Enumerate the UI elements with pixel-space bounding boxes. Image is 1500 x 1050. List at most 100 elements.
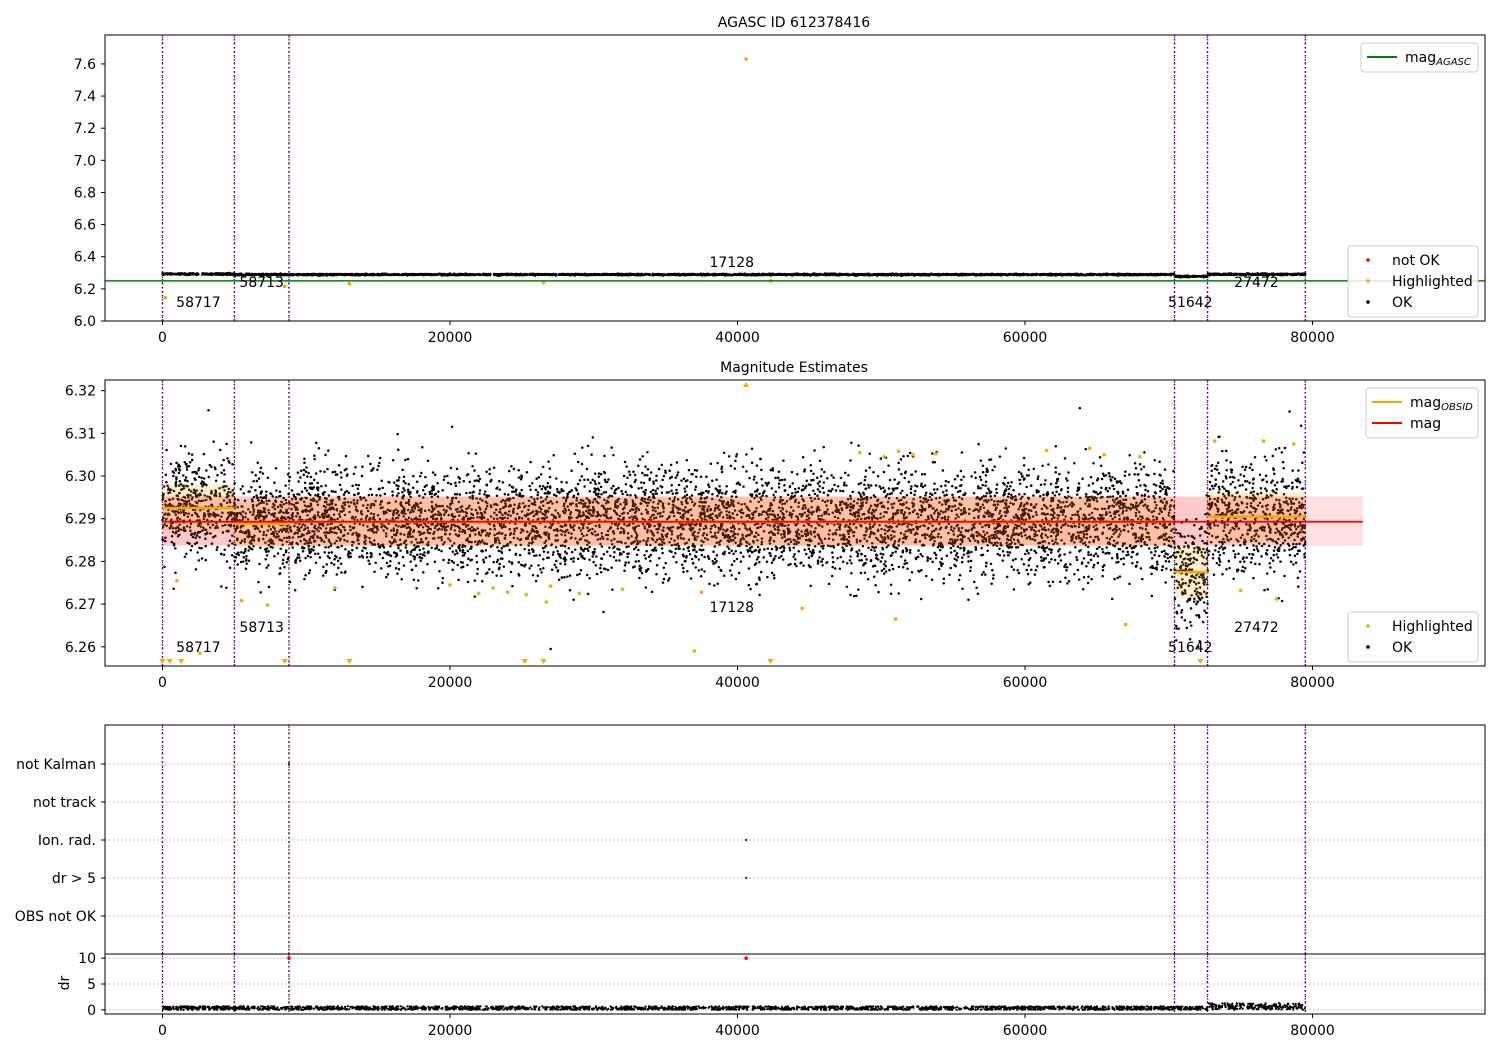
ok-point — [809, 273, 812, 277]
ok-point — [258, 562, 261, 566]
ok-point — [793, 552, 796, 556]
ok-point — [267, 550, 270, 553]
ok-point — [1172, 272, 1176, 276]
ok-point — [1081, 588, 1085, 591]
x-tick-label: 0 — [158, 330, 167, 346]
ok-point — [458, 493, 462, 496]
ok-point — [392, 273, 395, 277]
ok-point — [709, 273, 713, 277]
ok-point — [1286, 273, 1289, 276]
ok-point — [222, 480, 226, 483]
ok-point — [735, 452, 739, 456]
ok-point — [528, 567, 531, 570]
ok-point — [183, 461, 187, 464]
ok-point — [720, 467, 723, 471]
ok-point — [214, 467, 217, 471]
ok-point — [682, 566, 685, 570]
ok-point — [765, 273, 769, 276]
ok-point — [576, 273, 580, 276]
ok-point — [954, 273, 957, 276]
ok-point — [1006, 481, 1010, 485]
ok-point — [788, 546, 791, 550]
ok-point — [793, 562, 797, 566]
ok-point — [1118, 575, 1122, 578]
ok-point — [408, 273, 411, 277]
ok-point — [220, 471, 223, 475]
ok-point — [465, 273, 468, 277]
ok-point — [237, 553, 241, 557]
ok-point — [893, 273, 896, 276]
ok-point — [250, 485, 253, 489]
ok-point — [511, 584, 514, 588]
ok-point — [586, 592, 590, 596]
ok-point — [975, 273, 978, 276]
ok-point — [560, 576, 564, 579]
ok-point — [1130, 273, 1133, 276]
ok-point — [1030, 273, 1034, 277]
ok-point — [1117, 272, 1120, 276]
ok-point — [720, 470, 724, 474]
ok-point — [164, 473, 168, 476]
ok-point — [758, 593, 761, 597]
ok-point — [1147, 273, 1151, 277]
ok-point — [1160, 568, 1164, 572]
ok-point — [283, 273, 287, 277]
ok-point — [469, 273, 472, 276]
ok-point — [214, 271, 218, 275]
ok-point — [1016, 273, 1020, 276]
ok-point — [340, 272, 343, 276]
ok-point — [361, 549, 364, 553]
x-tick-label: 60000 — [1003, 330, 1048, 346]
obsid-label: 17128 — [709, 255, 754, 271]
ok-point — [845, 484, 848, 487]
ok-point — [893, 478, 896, 481]
ok-point — [830, 474, 833, 477]
ok-point — [1128, 473, 1131, 476]
ok-point — [812, 472, 815, 475]
ok-point — [1144, 273, 1148, 277]
ok-point — [1072, 273, 1075, 276]
ok-point — [831, 551, 834, 554]
ok-point — [401, 468, 404, 472]
ok-point — [803, 273, 807, 276]
ok-point — [174, 469, 178, 472]
ok-point — [757, 555, 760, 559]
ok-point — [726, 545, 729, 548]
ok-point — [769, 468, 773, 472]
ok-point — [731, 273, 735, 276]
ok-point — [174, 547, 177, 550]
ok-point — [247, 549, 250, 552]
ok-point — [412, 273, 415, 277]
ok-point — [287, 273, 291, 277]
ok-point — [379, 273, 382, 277]
ok-point — [995, 491, 998, 494]
ok-point — [1161, 487, 1164, 491]
ok-point — [903, 273, 907, 277]
ok-point — [166, 273, 169, 276]
ok-point — [1024, 552, 1027, 556]
ok-point — [194, 568, 198, 571]
ok-point — [842, 273, 846, 276]
ok-point — [1003, 273, 1007, 276]
y-tick-label: 6.2 — [74, 282, 96, 298]
ok-point — [463, 273, 466, 276]
ok-point — [681, 273, 684, 277]
ok-point — [225, 586, 228, 590]
y-tick-label: 7.0 — [74, 153, 96, 169]
ok-point — [1001, 549, 1005, 553]
ok-point — [590, 453, 593, 456]
ok-point — [239, 487, 243, 491]
ok-point — [670, 489, 673, 492]
ok-point — [353, 273, 357, 276]
ok-point — [285, 560, 288, 564]
ok-point — [207, 409, 210, 412]
ok-point — [175, 461, 178, 464]
ok-point — [279, 567, 282, 570]
ok-point — [749, 273, 753, 277]
ok-point — [715, 273, 719, 277]
ok-point — [1057, 273, 1061, 276]
ok-point — [1004, 447, 1008, 450]
ok-point — [562, 273, 565, 276]
legend-label: Highlighted — [1392, 274, 1473, 290]
ok-point — [457, 272, 461, 276]
